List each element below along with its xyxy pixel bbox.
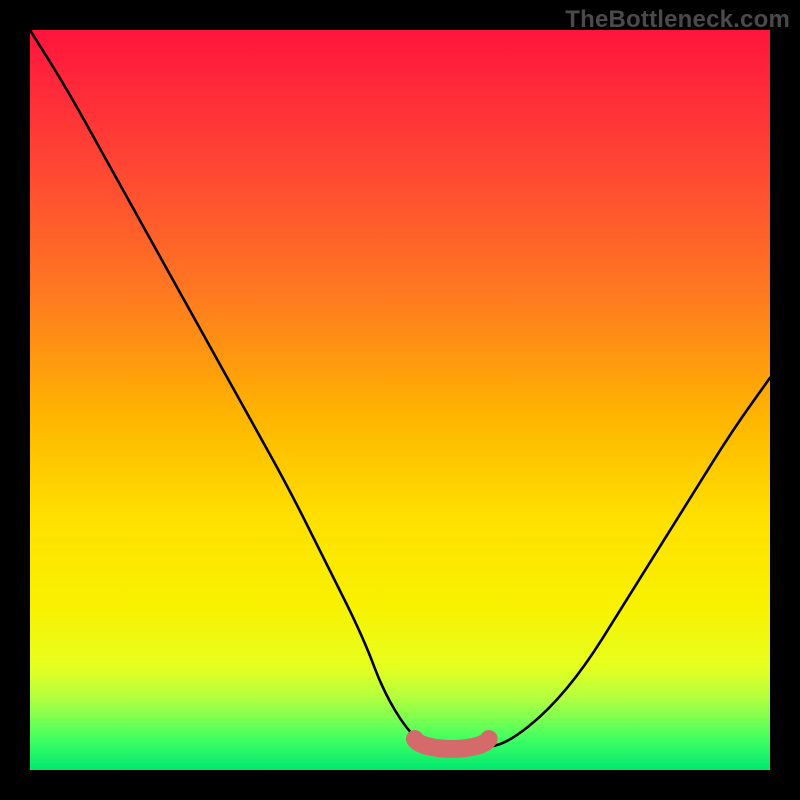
bottleneck-curve: [30, 30, 770, 748]
curve-svg: [30, 30, 770, 770]
flat-bottom-marker: [415, 739, 489, 749]
chart-frame: TheBottleneck.com: [0, 0, 800, 800]
watermark-text: TheBottleneck.com: [565, 6, 790, 34]
plot-area: [30, 30, 770, 770]
